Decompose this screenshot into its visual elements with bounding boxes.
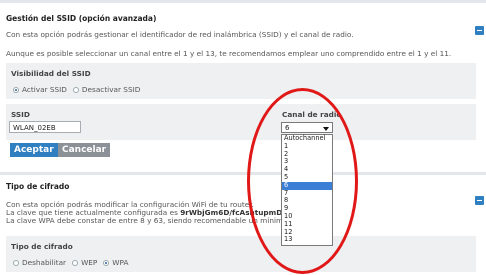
visibility-label: Visibilidad del SSID: [11, 69, 91, 78]
channel-dropdown-list[interactable]: Autochannel 1 2 3 4 5 6 7 8 9 10 11 12 1…: [281, 134, 333, 246]
collapse-ssid-section-icon[interactable]: [475, 26, 484, 35]
channel-option[interactable]: 3: [282, 158, 332, 166]
channel-select[interactable]: 6: [281, 122, 333, 133]
deactivate-ssid-radio[interactable]: [72, 86, 79, 93]
cipher-wpa-radio[interactable]: [103, 259, 110, 266]
section-divider: [0, 172, 486, 175]
channel-selected-value: 6: [285, 124, 290, 132]
channel-option[interactable]: 4: [282, 165, 332, 174]
ssid-description-2: Aunque es posible seleccionar un canal e…: [6, 49, 452, 58]
activate-ssid-label: Activar SSID: [22, 85, 67, 94]
channel-option-selected[interactable]: 6: [282, 181, 332, 190]
cipher-wep-radio[interactable]: [72, 259, 79, 266]
channel-option[interactable]: 13: [282, 236, 332, 244]
channel-option[interactable]: 2: [282, 150, 332, 159]
cipher-section-title: Tipo de cifrado: [6, 182, 70, 191]
chevron-down-icon: [323, 127, 329, 131]
channel-option[interactable]: 8: [282, 197, 332, 205]
channel-option[interactable]: 1: [282, 142, 332, 151]
collapse-cipher-section-icon[interactable]: [475, 196, 484, 205]
deactivate-ssid-label: Desactivar SSID: [81, 85, 141, 94]
channel-label: Canal de radio: [282, 110, 342, 119]
ssid-input[interactable]: WLAN_02EB: [9, 121, 81, 133]
ssid-description-1: Con esta opción podrás gestionar el iden…: [6, 30, 354, 39]
cipher-disable-label: Deshabilitar: [22, 258, 67, 267]
channel-option[interactable]: Autochannel: [282, 134, 332, 143]
cipher-options: Deshabilitar WEP WPA: [13, 258, 128, 267]
ssid-label: SSID: [11, 110, 30, 119]
ssid-section-title: Gestión del SSID (opción avanzada): [6, 14, 157, 23]
channel-option[interactable]: 5: [282, 173, 332, 182]
top-divider: [0, 0, 486, 3]
cipher-wpa-label: WPA: [112, 258, 129, 267]
activate-ssid-radio[interactable]: [13, 86, 19, 93]
cipher-type-label: Tipo de cifrado: [11, 242, 73, 251]
cancel-button[interactable]: Cancelar: [58, 143, 111, 157]
cipher-description-3: La clave WPA debe constar de entre 8 y 6…: [6, 216, 288, 225]
accept-button[interactable]: Aceptar: [10, 143, 58, 157]
cipher-disable-radio[interactable]: [13, 259, 19, 266]
channel-option[interactable]: 7: [282, 189, 332, 198]
cipher-wep-label: WEP: [81, 258, 98, 267]
visibility-options: Activar SSID Desactivar SSID: [13, 85, 140, 94]
